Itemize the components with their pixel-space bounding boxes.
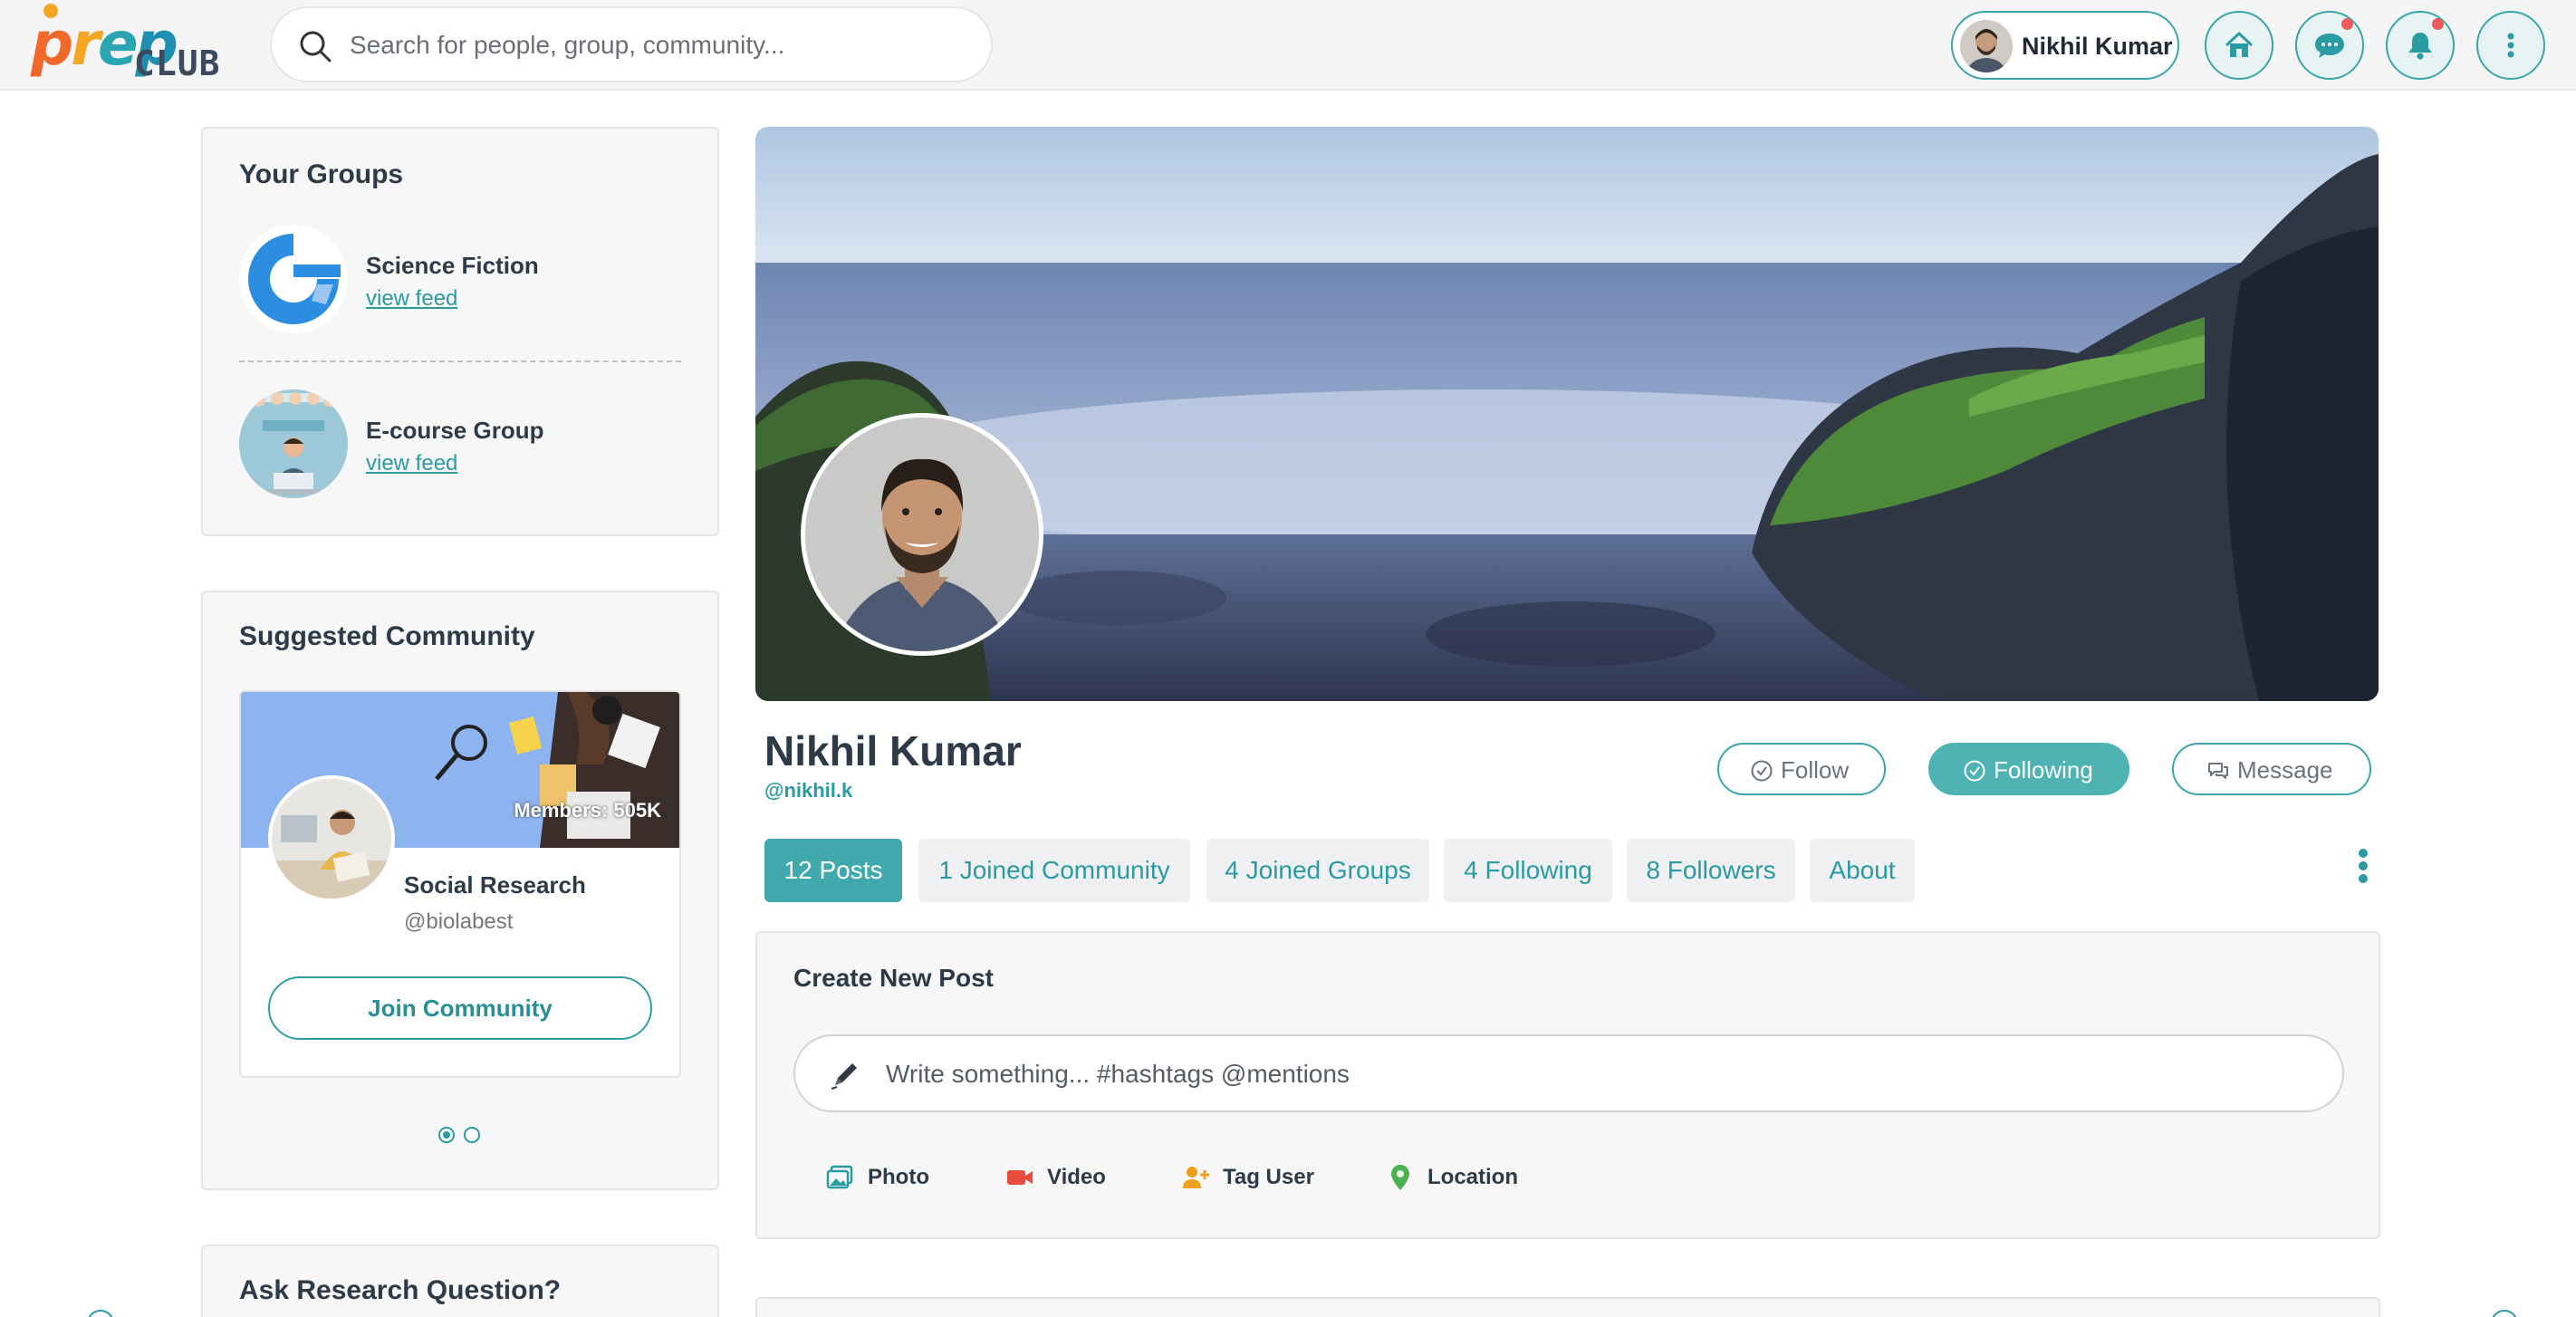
more-menu-button[interactable] bbox=[2476, 11, 2545, 80]
tag-user-button[interactable]: Tag User bbox=[1181, 1159, 1326, 1196]
search-input[interactable] bbox=[350, 21, 966, 70]
group-name: Science Fiction bbox=[366, 252, 539, 279]
notifications-button[interactable] bbox=[2386, 11, 2455, 80]
notification-dot bbox=[2341, 18, 2353, 30]
carousel-dot[interactable] bbox=[464, 1127, 480, 1143]
feed-post-card bbox=[755, 1297, 2380, 1317]
video-button[interactable]: Video bbox=[1005, 1159, 1114, 1196]
avatar bbox=[1960, 20, 2013, 72]
search-bar bbox=[270, 6, 993, 82]
chat-bubbles-icon bbox=[2208, 763, 2228, 779]
group-avatar[interactable] bbox=[239, 389, 348, 498]
carousel-dot[interactable] bbox=[438, 1127, 455, 1143]
tab-joined-community[interactable]: 1 Joined Community bbox=[918, 839, 1190, 902]
home-button[interactable] bbox=[2205, 11, 2273, 80]
more-vertical-icon bbox=[2507, 33, 2514, 58]
group-name: E-course Group bbox=[366, 417, 544, 444]
suggested-community-title: Suggested Community bbox=[239, 621, 535, 651]
tab-following[interactable]: 4 Following bbox=[1444, 839, 1612, 902]
view-feed-link[interactable]: view feed bbox=[366, 451, 457, 476]
community-item: Members: 505K Social Research @biolabest… bbox=[239, 690, 681, 1078]
view-feed-link[interactable]: view feed bbox=[366, 286, 457, 312]
photo-icon bbox=[826, 1165, 853, 1189]
photo-button[interactable]: Photo bbox=[826, 1159, 944, 1196]
ask-research-card: Ask Research Question? bbox=[201, 1245, 719, 1317]
community-member-count: Members: 505K bbox=[514, 799, 661, 822]
location-pin-icon bbox=[1391, 1165, 1409, 1190]
chat-icon bbox=[2315, 34, 2344, 58]
location-button[interactable]: Location bbox=[1386, 1159, 1531, 1196]
profile-handle: @nikhil.k bbox=[764, 779, 853, 802]
following-button[interactable]: Following bbox=[1928, 743, 2129, 795]
video-icon bbox=[1007, 1170, 1033, 1185]
community-handle: @biolabest bbox=[404, 909, 514, 934]
following-label: Following bbox=[1994, 756, 2093, 783]
suggested-community-card: Suggested Community Members: 505K Social… bbox=[201, 591, 719, 1190]
profile-avatar[interactable] bbox=[801, 413, 1043, 656]
scroll-right-icon[interactable] bbox=[2491, 1310, 2518, 1317]
post-composer bbox=[793, 1034, 2344, 1112]
group-item: E-course Group view feed bbox=[239, 389, 681, 507]
messages-button[interactable] bbox=[2295, 11, 2364, 80]
create-post-card: Create New Post Photo Video Tag User bbox=[755, 931, 2380, 1239]
divider bbox=[239, 360, 681, 362]
profile-more-icon[interactable] bbox=[2350, 846, 2377, 891]
group-avatar[interactable] bbox=[239, 225, 348, 333]
scroll-left-icon[interactable] bbox=[87, 1310, 114, 1317]
search-icon bbox=[300, 31, 332, 62]
join-community-button[interactable]: Join Community bbox=[268, 976, 652, 1040]
bell-icon bbox=[2408, 33, 2432, 60]
your-groups-title: Your Groups bbox=[239, 159, 404, 189]
follow-button[interactable]: Follow bbox=[1717, 743, 1886, 795]
pen-icon bbox=[831, 1063, 857, 1090]
create-post-title: Create New Post bbox=[793, 964, 994, 992]
community-name: Social Research bbox=[404, 871, 586, 899]
group-item: Science Fiction view feed bbox=[239, 225, 681, 342]
user-name: Nikhil Kumar bbox=[2022, 33, 2173, 60]
post-input[interactable] bbox=[886, 1051, 2317, 1098]
check-circle-icon bbox=[1751, 760, 1773, 782]
tag-user-icon bbox=[1183, 1167, 1209, 1188]
home-icon bbox=[2225, 32, 2254, 57]
tab-posts[interactable]: 12 Posts bbox=[764, 839, 902, 902]
tab-joined-groups[interactable]: 4 Joined Groups bbox=[1206, 839, 1429, 902]
profile-name: Nikhil Kumar bbox=[764, 727, 1022, 774]
prep-club-logo[interactable]: prep CLUB bbox=[27, 4, 220, 83]
carousel-pagination bbox=[438, 1127, 489, 1148]
tab-followers[interactable]: 8 Followers bbox=[1627, 839, 1795, 902]
follow-label: Follow bbox=[1781, 756, 1850, 783]
top-navbar: prep CLUB Nikhil Kumar bbox=[0, 0, 2576, 91]
message-label: Message bbox=[2237, 756, 2333, 783]
check-circle-icon bbox=[1964, 760, 1985, 782]
your-groups-card: Your Groups Science Fiction view feed E-… bbox=[201, 127, 719, 536]
tab-about[interactable]: About bbox=[1810, 839, 1915, 902]
message-button[interactable]: Message bbox=[2172, 743, 2371, 795]
user-profile-button[interactable]: Nikhil Kumar bbox=[1951, 11, 2179, 80]
community-avatar[interactable] bbox=[268, 775, 395, 902]
ask-research-title: Ask Research Question? bbox=[239, 1275, 562, 1305]
notification-dot bbox=[2432, 18, 2444, 30]
